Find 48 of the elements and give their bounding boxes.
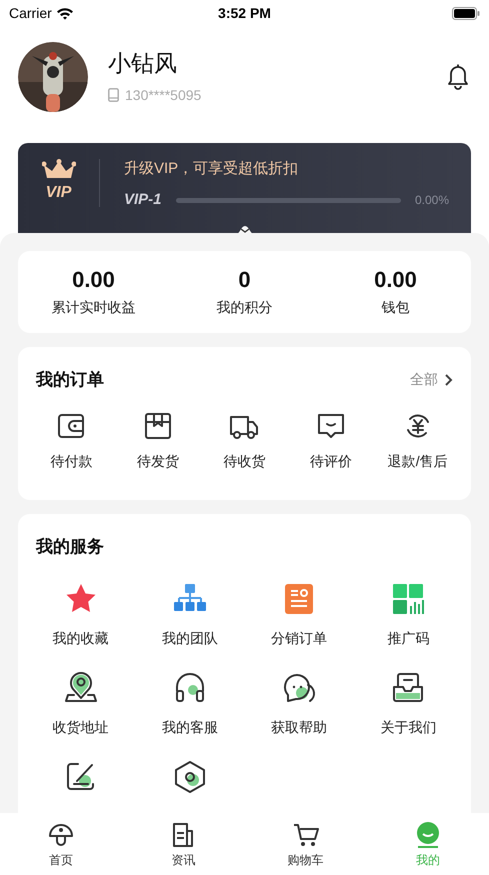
phone-number: 130****5095 [125, 86, 202, 104]
stat-value: 0 [238, 266, 251, 292]
service-label[interactable]: 我的团队 [162, 628, 218, 649]
phone-icon [108, 88, 119, 102]
mushroom-icon[interactable] [47, 821, 76, 849]
stat-value: 0.00 [374, 266, 417, 292]
service-label[interactable]: 收货地址 [52, 717, 109, 738]
crown-icon [42, 159, 76, 181]
service-label[interactable]: 关于我们 [380, 717, 436, 738]
section-title: 我的订单 [36, 369, 104, 391]
service-label[interactable]: 我的收藏 [52, 628, 109, 649]
service-label[interactable]: 获取帮助 [271, 717, 328, 738]
vip-promo: 升级VIP，可享受超低折扣 [124, 159, 300, 179]
user-name: 小钻风 [108, 48, 178, 76]
vip-label: VIP [46, 183, 72, 203]
stat-value: 0.00 [72, 266, 115, 292]
cart-icon[interactable] [292, 821, 320, 849]
order-label[interactable]: 待发货 [136, 450, 179, 472]
tab-label[interactable]: 购物车 [288, 851, 324, 869]
view-all-link[interactable]: 全部 [410, 369, 438, 390]
stat-label: 我的积分 [216, 298, 272, 316]
stat-label: 钱包 [382, 298, 410, 316]
status-time: 3:52 PM [218, 4, 271, 22]
order-label[interactable]: 待收货 [223, 450, 266, 472]
chat-icon[interactable] [282, 671, 316, 705]
wifi-icon [56, 6, 74, 20]
tab-label[interactable]: 首页 [49, 851, 74, 869]
tab-label[interactable]: 资讯 [171, 851, 196, 869]
location-pin-icon[interactable] [64, 671, 98, 705]
order-label[interactable]: 退款/售后 [388, 450, 448, 472]
hexagon-icon[interactable] [172, 760, 207, 794]
service-label[interactable]: 推广码 [387, 628, 430, 649]
progress-percent: 0.00% [414, 192, 449, 209]
bell-icon[interactable] [447, 64, 469, 90]
battery-icon [452, 6, 480, 20]
stat-label: 累计实时收益 [52, 298, 136, 316]
vip-level: VIP-1 [124, 191, 162, 209]
vip-card[interactable]: VIP 升级VIP，可享受超低折扣 VIP-1 0.00% [18, 143, 471, 233]
box-icon[interactable] [142, 410, 173, 440]
carrier-label: Carrier [9, 4, 52, 22]
service-label[interactable]: 我的客服 [162, 717, 218, 738]
inbox-icon[interactable] [391, 671, 426, 705]
order-label[interactable]: 待评价 [310, 450, 352, 472]
order-label[interactable]: 待付款 [50, 450, 92, 472]
grid-icon[interactable] [391, 582, 426, 616]
section-title: 我的服务 [36, 537, 104, 556]
service-label[interactable]: 分销订单 [271, 628, 328, 649]
chevron-right-icon[interactable] [444, 372, 453, 387]
